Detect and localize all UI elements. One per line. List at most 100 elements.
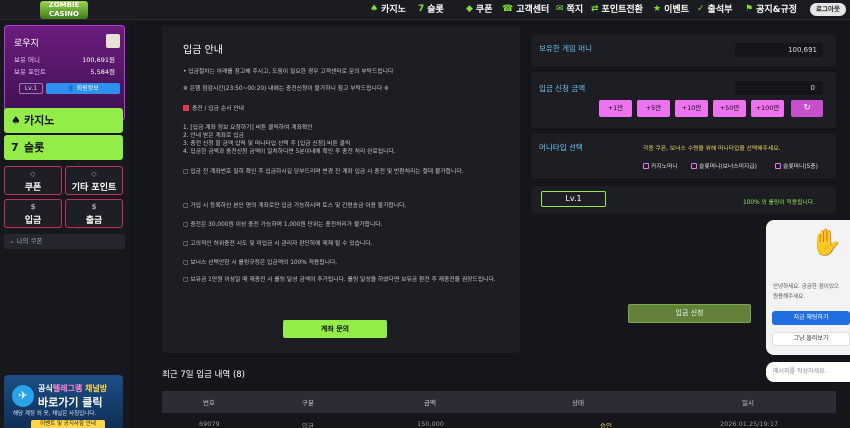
deposit-request-button[interactable]: 입금 신청 [628, 304, 751, 323]
col-amount: 금액 [424, 399, 436, 407]
guide-line-text: 입금 전 계좌번호 필히 확인 후 입금하시길 당부드리며 변경 전 계좌 입금… [190, 169, 464, 175]
guide-line: 충전 / 입금 순서 안내 [183, 103, 244, 112]
guide-line-text: 보너스 선택안함 시 롤링규정은 입금액의 100% 적용됩니다. [190, 260, 338, 266]
guide-line: 4. 입금한 금액과 충전신청 금액이 일치하다면 5분이내에 확인 후 충전 … [183, 149, 396, 155]
just-browse-button[interactable]: 그냥 둘러보기 [772, 332, 850, 346]
nav-attendance[interactable]: ✓ 출석부 [697, 2, 733, 16]
member-info-button[interactable]: 👤 회원정보 [46, 83, 120, 94]
nav-coupon[interactable]: ◆ 쿠폰 [466, 2, 492, 16]
seven-icon: 7 [418, 3, 425, 14]
cell-date: 2026.01.25/19:17 [720, 420, 779, 428]
sidebar-deposit-button[interactable]: $ 입금 [4, 199, 62, 228]
guide-line: ▢ 입금 전 계좌번호 필히 확인 후 입금하시길 당부드리며 변경 전 계좌 … [183, 168, 503, 177]
deposit-guide-panel: 입금 안내 • 입금절차는 아래를 참고해 주시고, 도움이 필요한 경우 고객… [162, 26, 520, 353]
checkbox-icon [643, 163, 649, 169]
guide-line: ▢ 보유금 1만원 이상일 때 재충전 시 롤링 달성 금액이 추가됩니다. 롤… [183, 276, 503, 285]
chat-now-button[interactable]: 지금 채팅하기 [772, 311, 850, 325]
sidebar-coupon-label: 쿠폰 [24, 183, 42, 193]
reset-icon[interactable]: ↻ [791, 100, 823, 117]
level-badge: Lv.1 [19, 83, 43, 94]
sidebar-casino-label: 카지노 [24, 114, 55, 127]
sidebar-withdraw-button[interactable]: $ 출금 [65, 199, 123, 228]
telegram-line2: 바로가기 클릭 [38, 396, 103, 409]
telegram-line1a: 공식 [38, 384, 53, 393]
avatar[interactable] [106, 34, 120, 48]
nav-notice[interactable]: ⚑ 공지&규정 [745, 2, 798, 16]
nav-event[interactable]: ★ 이벤트 [653, 2, 689, 16]
nav-slot[interactable]: 7 슬롯 [418, 2, 444, 16]
sidebar-slot-label: 슬롯 [24, 141, 45, 154]
points-value: 5,584점 [90, 68, 115, 76]
sidebar-withdraw-label: 출금 [85, 216, 103, 226]
user-icon: 👤 [67, 85, 77, 92]
nav-label: 공지&규정 [756, 5, 798, 15]
telegram-banner[interactable]: ✈ 공식텔레그램 채널방 바로가기 클릭 해당 계정 외 옷, 채널은 사칭입니… [4, 375, 123, 428]
money-type-casino[interactable]: 카지노머니 [643, 161, 678, 170]
square-icon [183, 105, 189, 111]
spade-icon: ♠ [370, 3, 379, 14]
coupon-icon: ◆ [466, 3, 473, 14]
nav-label: 출석부 [707, 5, 733, 15]
money-type-slot-nobonus[interactable]: 슬롯머니(보너스미지급) [691, 161, 757, 170]
add-50k-button[interactable]: +5만 [637, 100, 670, 117]
guide-line-text: 충전은 30,000원 이상 충전 가능하며 1,000원 단위는 충전처리가 … [190, 222, 383, 228]
col-date: 일시 [742, 399, 754, 407]
seven-icon: 7 [11, 141, 19, 154]
table-row: 69079 입금 150,000 승인 2026.01.25/19:17 [162, 416, 836, 428]
chat-message-input[interactable]: 메시지를 작성하세요. [766, 362, 850, 382]
account-inquiry-button[interactable]: 계좌 문의 [283, 320, 387, 338]
nav-label: 슬롯 [427, 5, 444, 15]
sidebar-etc-point-button[interactable]: ◇ 기타 포인트 [65, 166, 123, 195]
cell-type: 입금 [302, 422, 314, 428]
nav-message[interactable]: ✉ 쪽지 [556, 2, 583, 16]
nav-point-exchange[interactable]: ⇄ 포인트전환 [591, 2, 643, 16]
checkbox-icon [691, 163, 697, 169]
telegram-line4: 이벤트 및 공지사항 안내 [31, 420, 105, 428]
guide-line-text: 보유금 1만원 이상일 때 재충전 시 롤링 달성 금액이 추가됩니다. 롤링 … [190, 277, 496, 283]
site-logo[interactable]: ZOMBIE CASINO [40, 1, 88, 19]
logout-button[interactable]: 로그아웃 [810, 3, 846, 16]
sidebar-casino-button[interactable]: ♠ 카지노 [4, 108, 123, 133]
recent-deposits-title: 최근 7일 입금 내역 (8) [162, 370, 245, 380]
my-coupon-label: 나의 쿠폰 [16, 237, 43, 245]
sidebar: 로우지 보유 머니 100,691원 보유 포인트 5,584점 Lv.1 👤 … [0, 20, 130, 428]
my-coupon-row[interactable]: ⌄ 나의 쿠폰 [4, 234, 125, 249]
money-type-panel: 머니타입 선택 각종 쿠폰, 보너스 수령을 위해 머니타입을 선택해주세요. … [531, 134, 836, 178]
guide-line: ▢ 보너스 선택안함 시 롤링규정은 입금액의 100% 적용됩니다. [183, 257, 337, 266]
col-status: 상태 [572, 399, 584, 407]
nav-casino[interactable]: ♠ 카지노 [370, 2, 406, 16]
nav-label: 카지노 [381, 5, 406, 15]
guide-title: 입금 안내 [183, 45, 223, 56]
nav-label: 이벤트 [664, 5, 689, 15]
nav-support[interactable]: ☎ 고객센터 [502, 2, 550, 16]
col-number: 번호 [203, 399, 215, 407]
guide-line-text: 충전 / 입금 순서 안내 [192, 106, 244, 112]
nav-label: 고객센터 [516, 5, 550, 15]
money-type-label: 머니타입 선택 [539, 143, 583, 152]
top-bar: ZOMBIE CASINO ♠ 카지노 7 슬롯 ◆ 쿠폰 ☎ 고객센터 ✉ 쪽지 ⇄ 포인… [0, 0, 850, 20]
add-100k-button[interactable]: +10만 [675, 100, 708, 117]
sidebar-coupon-button[interactable]: ◇ 쿠폰 [4, 166, 62, 195]
deposit-amount-input[interactable]: 0 [735, 81, 823, 95]
telegram-line3: 해당 계정 외 옷, 채널은 사칭입니다. [13, 411, 97, 417]
exchange-icon: ⇄ [591, 3, 599, 14]
sidebar-slot-button[interactable]: 7 슬롯 [4, 135, 123, 160]
game-money-label: 보유한 게임 머니 [539, 44, 593, 53]
mail-icon: ✉ [556, 3, 564, 14]
add-500k-button[interactable]: +50만 [713, 100, 746, 117]
option-label: 카지노머니 [651, 164, 678, 170]
flag-icon: ⚑ [745, 3, 754, 14]
money-type-slot-5[interactable]: 슬롯머니(5충) [775, 161, 818, 170]
member-info-label: 회원정보 [76, 85, 99, 92]
sidebar-etc-point-label: 기타 포인트 [71, 183, 117, 193]
chevron-down-icon: ⌄ [9, 237, 17, 245]
money-type-notice: 각종 쿠폰, 보너스 수령을 위해 머니타입을 선택해주세요. [643, 146, 781, 152]
option-label: 슬롯머니(보너스미지급) [699, 164, 757, 170]
table-header: 번호 구분 금액 상태 일시 [162, 391, 836, 413]
add-1m-button[interactable]: +100만 [751, 100, 784, 117]
guide-line: ※ 은행 점검시간(23:50~00:20) 내에는 충전신청이 불가하니 참고… [183, 86, 389, 92]
game-money-value: 100,691 [735, 43, 823, 57]
cell-number: 69079 [199, 420, 220, 428]
telegram-line1: 공식텔레그램 채널방 [38, 383, 107, 394]
add-10k-button[interactable]: +1만 [599, 100, 632, 117]
